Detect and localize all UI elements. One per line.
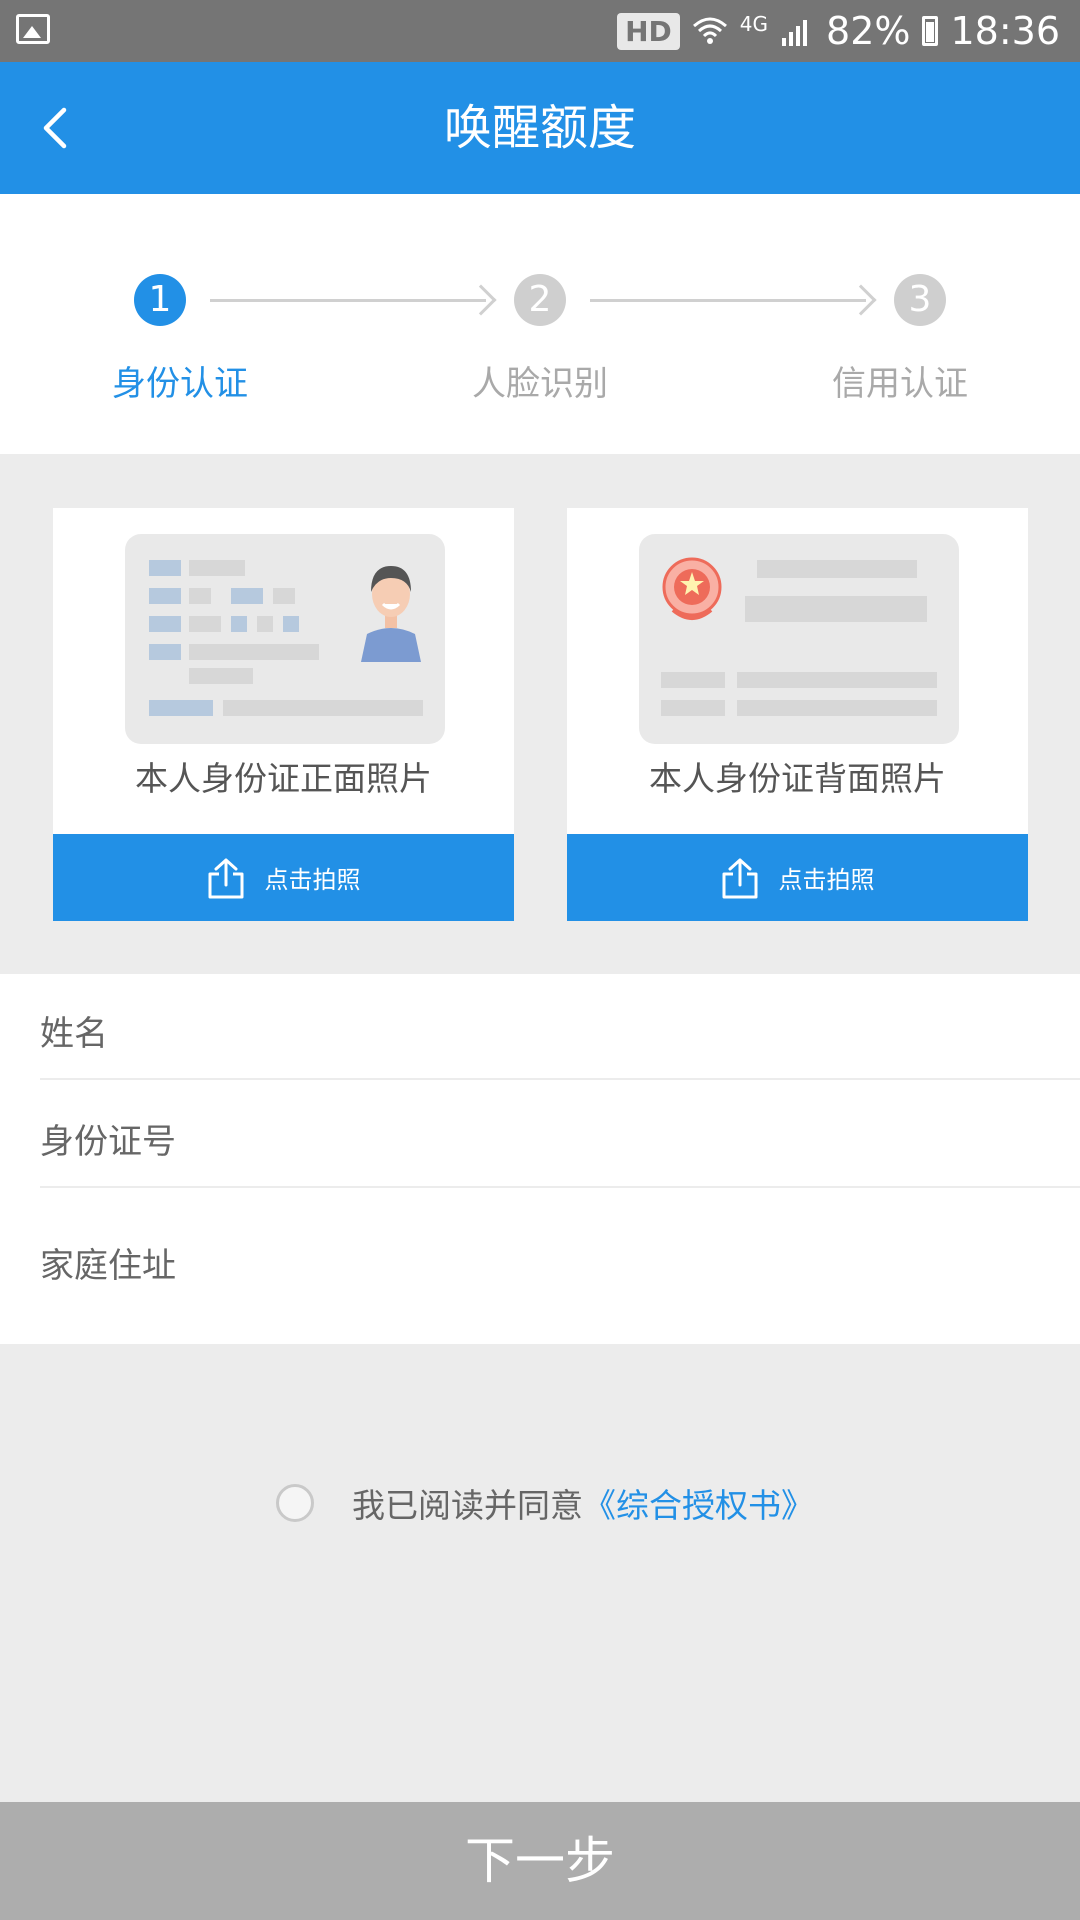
battery-percent: 82% <box>826 9 911 53</box>
id-card-back-illustration <box>639 534 959 744</box>
take-photo-back-button[interactable]: 点击拍照 <box>567 834 1028 921</box>
home-address-field[interactable]: 家庭住址 <box>40 1188 1080 1344</box>
id-number-field[interactable]: 身份证号 <box>40 1080 1080 1188</box>
id-card-front-panel: 本人身份证正面照片 点击拍照 <box>53 508 514 921</box>
id-card-back-panel: 本人身份证背面照片 点击拍照 <box>567 508 1028 921</box>
step-2-label: 人脸识别 <box>472 364 608 404</box>
step-2-indicator: 2 <box>514 274 566 326</box>
identity-form: 姓名 身份证号 家庭住址 <box>0 974 1080 1344</box>
app-header: 唤醒额度 <box>0 62 1080 194</box>
step-arrow-icon <box>465 284 497 316</box>
name-field-label: 姓名 <box>40 1014 108 1054</box>
national-emblem-icon <box>662 557 722 620</box>
gallery-notification-icon <box>16 14 50 44</box>
authorization-link[interactable]: 《综合授权书》 <box>583 1479 814 1527</box>
status-bar: HD 4G 82% 18:36 <box>0 0 1080 62</box>
hd-badge: HD <box>617 12 680 50</box>
network-type: 4G <box>739 12 769 36</box>
step-3-label: 信用认证 <box>832 364 968 404</box>
upload-icon <box>208 858 243 898</box>
take-photo-back-label: 点击拍照 <box>778 866 875 894</box>
next-step-button[interactable]: 下一步 <box>0 1802 1080 1920</box>
agreement-row: 我已阅读并同意 《综合授权书》 <box>276 1476 814 1530</box>
clock: 18:36 <box>950 9 1060 53</box>
step-connector <box>590 299 866 302</box>
take-photo-front-label: 点击拍照 <box>264 866 361 894</box>
id-card-front-caption: 本人身份证正面照片 <box>135 759 432 798</box>
step-3-indicator: 3 <box>894 274 946 326</box>
upload-icon <box>722 858 757 898</box>
home-address-field-label: 家庭住址 <box>40 1246 176 1286</box>
page-title: 唤醒额度 <box>443 100 636 156</box>
status-icons: HD 4G 82% 18:36 <box>617 0 1060 62</box>
id-number-field-label: 身份证号 <box>40 1122 176 1162</box>
name-field[interactable]: 姓名 <box>40 974 1080 1080</box>
step-1-label: 身份认证 <box>112 364 248 404</box>
step-connector <box>210 299 486 302</box>
signal-icon <box>782 20 808 46</box>
take-photo-front-button[interactable]: 点击拍照 <box>53 834 514 921</box>
step-arrow-icon <box>845 284 877 316</box>
agreement-text: 我已阅读并同意 <box>352 1486 583 1525</box>
agreement-radio[interactable] <box>276 1484 314 1522</box>
id-card-back-caption: 本人身份证背面照片 <box>649 759 946 798</box>
battery-icon <box>922 16 939 46</box>
id-card-front-illustration <box>125 534 445 744</box>
progress-stepper: 1 2 3 身份认证 人脸识别 信用认证 <box>0 194 1080 454</box>
step-1-indicator: 1 <box>134 274 186 326</box>
wifi-icon <box>692 17 727 44</box>
person-avatar-icon <box>361 566 421 662</box>
